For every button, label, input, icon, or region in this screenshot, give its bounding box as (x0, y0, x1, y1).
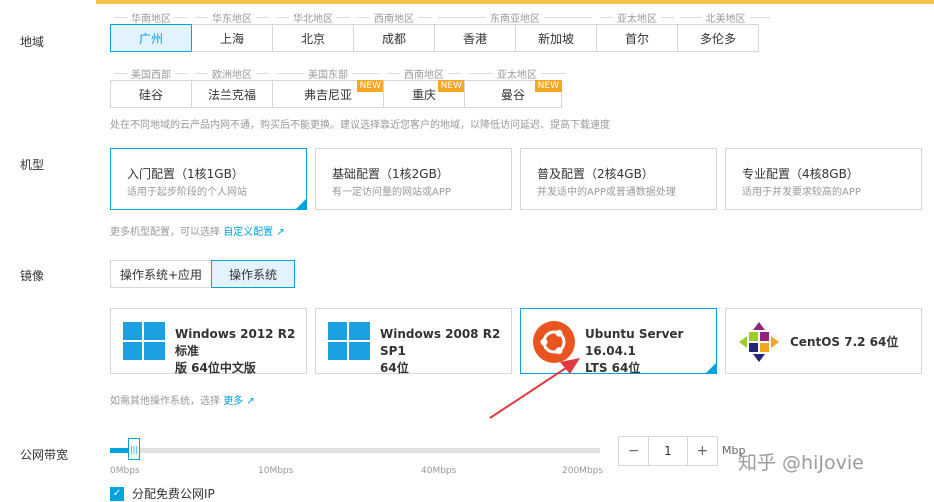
image-more: 如需其他操作系统，选择 更多 ↗ (110, 392, 255, 407)
windows-icon (123, 322, 165, 360)
tick-label: 10Mbps (258, 466, 294, 476)
region-guangzhou[interactable]: 广州 (110, 24, 192, 52)
os-card-centos[interactable]: CentOS 7.2 64位 (725, 308, 922, 374)
red-arrow-annotation (489, 358, 580, 419)
region-chongqing[interactable]: 重庆 NEW (383, 80, 465, 108)
card-subtitle: 并发适中的APP或普通数据处理 (537, 187, 676, 198)
os-name-line1: CentOS 7.2 64位 (790, 335, 899, 349)
bandwidth-input[interactable]: 1 (649, 437, 686, 465)
tick-label: 40Mbps (421, 466, 457, 476)
top-strip (96, 0, 934, 4)
centos-icon (739, 322, 779, 362)
card-title: 普及配置（2核4GB） (537, 167, 654, 181)
more-os-link[interactable]: 更多 (223, 396, 243, 407)
card-title: 基础配置（1核2GB） (332, 167, 449, 181)
bandwidth-slider-handle[interactable]: ||| (128, 438, 140, 460)
region-chongqing-label: 重庆 (411, 87, 436, 102)
os-name-line2: LTS 64位 (585, 361, 641, 375)
group-label: 东南亚地区 (434, 10, 596, 25)
free-ip-option[interactable]: ✓ 分配免费公网IP (110, 485, 215, 502)
card-subtitle: 适用于并发要求较高的APP (742, 187, 861, 198)
tab-os[interactable]: 操作系统 (211, 260, 295, 288)
model-card-standard[interactable]: 普及配置（2核4GB） 并发适中的APP或普通数据处理 (520, 148, 717, 210)
group-label: 西南地区 (353, 10, 435, 25)
bandwidth-stepper: − 1 + (618, 436, 718, 466)
image-label: 镜像 (20, 269, 45, 283)
region-singapore[interactable]: 新加坡 (515, 24, 597, 52)
model-more: 更多机型配置，可以选择 自定义配置 ↗ (110, 223, 285, 238)
region-group-row1: 华南地区 华东地区 华北地区 西南地区 东南亚地区 亚太地区 北美地区 (110, 10, 774, 25)
model-label: 机型 (20, 158, 45, 172)
os-card-win2012[interactable]: Windows 2012 R2 标准 版 64位中文版 (110, 308, 307, 375)
os-name-line1: Windows 2012 R2 标准 (175, 327, 296, 358)
checkbox-checked-icon[interactable]: ✓ (110, 486, 124, 501)
group-label: 亚太地区 (596, 10, 678, 25)
region-hint: 处在不同地域的云产品内网不通，购买后不能更换。建议选择靠近您客户的地域，以降低访… (110, 120, 610, 131)
model-more-text: 更多机型配置，可以选择 (110, 227, 220, 238)
card-title: 入门配置（1核1GB） (127, 167, 244, 181)
region-toronto[interactable]: 多伦多 (677, 24, 759, 52)
region-label: 地域 (20, 35, 45, 49)
region-silicon-valley[interactable]: 硅谷 (110, 80, 192, 108)
region-bangkok-label: 曼谷 (500, 87, 525, 102)
card-subtitle: 有一定访问量的网站或APP (332, 187, 451, 198)
region-seoul[interactable]: 首尔 (596, 24, 678, 52)
selected-corner-icon (296, 199, 306, 209)
group-label: 华北地区 (272, 10, 354, 25)
group-label: 北美地区 (677, 10, 774, 25)
selected-corner-icon (706, 363, 716, 373)
region-frankfurt[interactable]: 法兰克福 (191, 80, 273, 108)
tab-os-app[interactable]: 操作系统+应用 (110, 260, 212, 288)
region-group-row2: 美国西部 欧洲地区 美国东部 西南地区 亚太地区 (110, 66, 570, 81)
region-chengdu[interactable]: 成都 (353, 24, 435, 52)
region-shanghai[interactable]: 上海 (191, 24, 273, 52)
bandwidth-label: 公网带宽 (20, 448, 69, 462)
card-subtitle: 适用于起步阶段的个人网站 (127, 187, 247, 198)
group-label: 欧洲地区 (191, 66, 273, 81)
tick-label: 0Mbps (110, 466, 140, 476)
external-link-icon: ↗ (246, 396, 255, 407)
windows-icon (328, 322, 370, 360)
group-label: 美国西部 (110, 66, 192, 81)
os-name-line2: 版 64位中文版 (175, 361, 256, 375)
os-name-line1: Ubuntu Server 16.04.1 (585, 327, 684, 358)
region-beijing[interactable]: 北京 (272, 24, 354, 52)
new-badge: NEW (356, 80, 384, 92)
image-more-text: 如需其他操作系统，选择 (110, 396, 220, 407)
custom-config-link[interactable]: 自定义配置 (223, 227, 273, 238)
group-label: 华东地区 (191, 10, 273, 25)
region-hongkong[interactable]: 香港 (434, 24, 516, 52)
region-row-2: 硅谷 法兰克福 弗吉尼亚 NEW 重庆 NEW 曼谷 NEW (110, 80, 562, 108)
tick-label: 200Mbps (562, 466, 604, 476)
group-label: 华南地区 (110, 10, 192, 25)
watermark: 知乎 @hiJovie (738, 452, 864, 474)
model-card-entry[interactable]: 入门配置（1核1GB） 适用于起步阶段的个人网站 (110, 148, 307, 210)
region-virginia[interactable]: 弗吉尼亚 NEW (272, 80, 384, 108)
external-link-icon: ↗ (276, 227, 285, 238)
model-card-basic[interactable]: 基础配置（1核2GB） 有一定访问量的网站或APP (315, 148, 512, 210)
group-label: 西南地区 (383, 66, 465, 81)
region-virginia-label: 弗吉尼亚 (303, 87, 352, 102)
increment-button[interactable]: + (686, 437, 717, 465)
card-title: 专业配置（4核8GB） (742, 167, 859, 181)
bandwidth-slider-track[interactable] (110, 448, 600, 453)
new-badge: NEW (437, 80, 465, 92)
decrement-button[interactable]: − (619, 437, 650, 465)
region-bangkok[interactable]: 曼谷 NEW (464, 80, 562, 108)
group-label: 美国东部 (272, 66, 384, 81)
region-row-1: 广州 上海 北京 成都 香港 新加坡 首尔 多伦多 (110, 24, 759, 52)
model-card-pro[interactable]: 专业配置（4核8GB） 适用于并发要求较高的APP (725, 148, 922, 210)
new-badge: NEW (534, 80, 562, 92)
free-ip-label: 分配免费公网IP (132, 487, 215, 501)
group-label: 亚太地区 (464, 66, 570, 81)
